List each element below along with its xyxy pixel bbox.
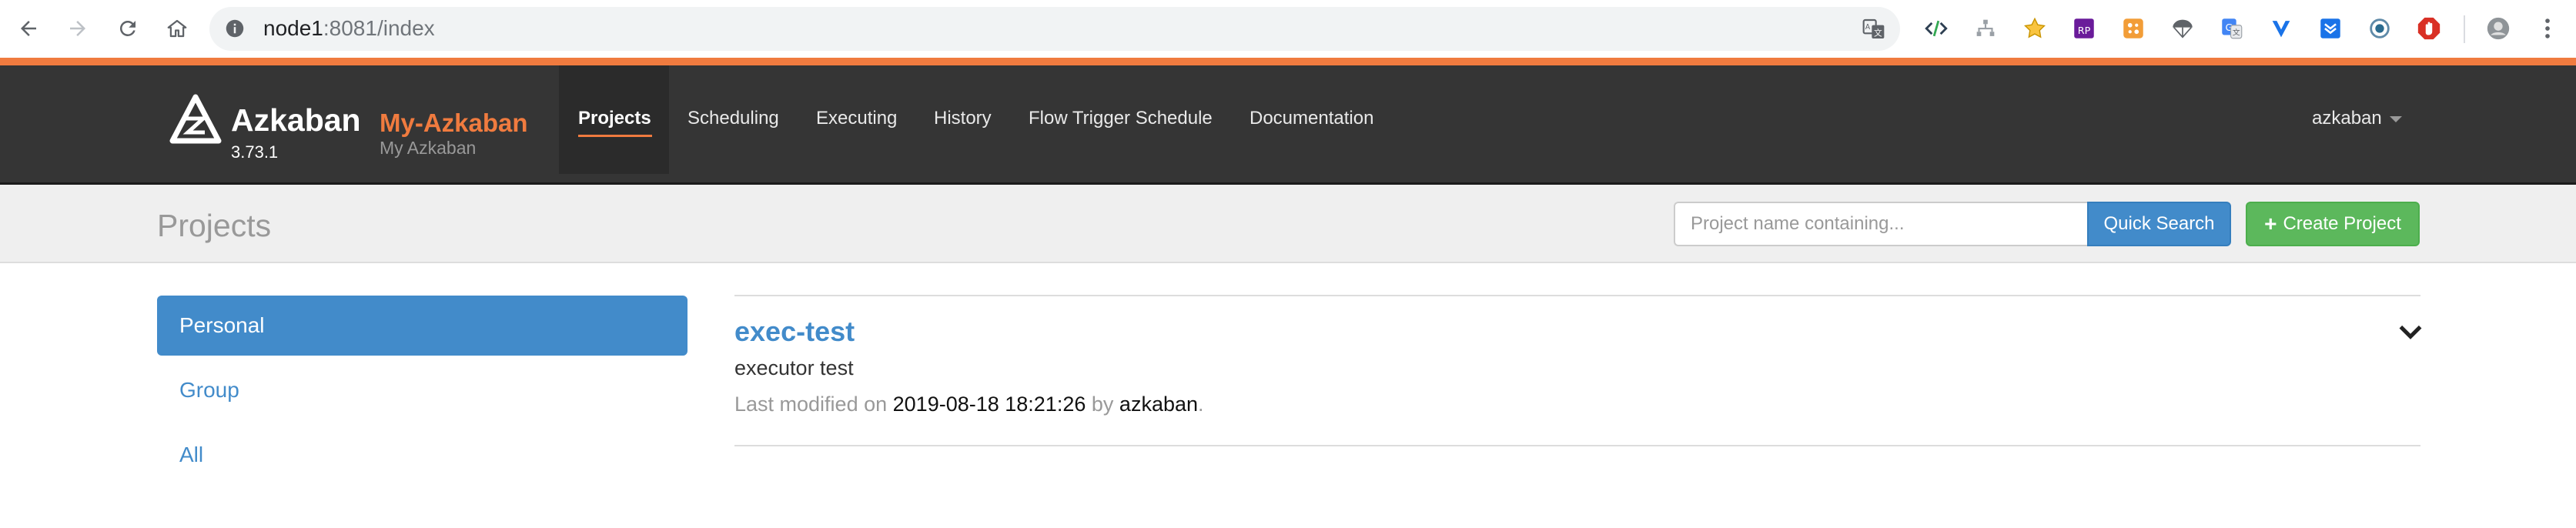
page-header: Projects Quick Search + Create Project: [0, 185, 2576, 263]
svg-text:文: 文: [2233, 28, 2240, 38]
url-host: node1: [263, 16, 323, 40]
quick-search-button[interactable]: Quick Search: [2087, 202, 2231, 246]
code-extension-icon[interactable]: [1922, 14, 1951, 43]
home-icon: [167, 19, 187, 38]
site-info-icon[interactable]: [223, 17, 246, 40]
grid-extension-icon[interactable]: [2119, 14, 2148, 43]
svg-text:RP: RP: [2078, 25, 2091, 37]
forward-arrow-icon: [70, 21, 85, 36]
nav-documentation[interactable]: Documentation: [1250, 108, 1373, 129]
caret-down-icon: [2389, 115, 2402, 122]
brand-name[interactable]: Azkaban: [231, 102, 361, 139]
modified-time: 2019-08-18 18:21:26: [892, 393, 1086, 416]
save-extension-icon[interactable]: [2316, 14, 2345, 43]
circle-extension-icon[interactable]: [2365, 14, 2394, 43]
top-navbar: Azkaban 3.73.1 My-Azkaban My Azkaban Pro…: [0, 65, 2576, 185]
browser-toolbar: node1:8081/index 文A RP G文: [0, 0, 2576, 58]
create-project-label: Create Project: [2283, 213, 2401, 234]
sidebar-item-all[interactable]: All: [157, 425, 687, 485]
modified-by-word: by: [1091, 393, 1114, 416]
project-last-modified: Last modified on 2019-08-18 18:21:26 by …: [734, 393, 1204, 416]
v-extension-icon[interactable]: [2267, 14, 2296, 43]
google-translate-extension-icon[interactable]: G文: [2217, 14, 2246, 43]
nav-flow-trigger-schedule[interactable]: Flow Trigger Schedule: [1029, 108, 1213, 129]
nav-history[interactable]: History: [934, 108, 992, 129]
star-extension-icon[interactable]: [2020, 14, 2049, 43]
reload-icon: [119, 20, 135, 36]
toolbar-separator: [2464, 15, 2465, 43]
adblock-extension-icon[interactable]: [2414, 14, 2444, 43]
back-arrow-icon: [21, 21, 36, 36]
project-description: executor test: [734, 356, 854, 379]
forward-button[interactable]: [62, 12, 94, 45]
nav-executing[interactable]: Executing: [816, 108, 897, 129]
svg-text:文: 文: [1874, 28, 1882, 38]
back-button[interactable]: [12, 12, 45, 45]
reload-button[interactable]: [112, 12, 144, 45]
modified-by-user: azkaban: [1119, 393, 1199, 416]
home-button[interactable]: [161, 12, 193, 45]
nav-scheduling[interactable]: Scheduling: [687, 108, 779, 129]
nav-projects[interactable]: Projects: [578, 108, 651, 129]
list-top-divider: [734, 295, 2420, 296]
environment-description: My Azkaban: [380, 138, 477, 158]
modified-suffix: .: [1198, 393, 1204, 416]
url-text[interactable]: node1:8081/index: [263, 16, 435, 41]
brand-accent-strip: [0, 58, 2576, 65]
sidebar-item-group[interactable]: Group: [157, 360, 687, 420]
plus-icon: +: [2264, 212, 2277, 236]
azkaban-logo-icon[interactable]: [169, 93, 222, 145]
list-bottom-divider: [734, 445, 2420, 446]
username-label: azkaban: [2312, 108, 2382, 129]
parachute-extension-icon[interactable]: [2168, 14, 2197, 43]
url-path: :8081/index: [323, 16, 435, 40]
project-name-link[interactable]: exec-test: [734, 316, 855, 348]
translate-icon[interactable]: 文A: [1862, 17, 1886, 42]
project-search-input[interactable]: [1674, 202, 2087, 246]
chevron-down-icon[interactable]: [2396, 317, 2425, 346]
svg-text:A: A: [1865, 23, 1871, 32]
rp-extension-icon[interactable]: RP: [2069, 14, 2099, 43]
create-project-button[interactable]: + Create Project: [2246, 202, 2420, 246]
environment-name: My-Azkaban: [380, 109, 528, 137]
sidebar-item-personal[interactable]: Personal: [157, 296, 687, 356]
version-label: 3.73.1: [231, 142, 279, 162]
active-nav-underline: [578, 135, 652, 137]
profile-avatar-icon[interactable]: [2484, 14, 2513, 43]
modified-prefix: Last modified on: [734, 393, 888, 416]
page-title: Projects: [157, 208, 272, 243]
address-bar[interactable]: node1:8081/index 文A: [209, 7, 1900, 51]
user-menu[interactable]: azkaban: [2312, 108, 2402, 129]
browser-menu-icon[interactable]: [2533, 14, 2562, 43]
sitemap-extension-icon[interactable]: [1971, 14, 2000, 43]
